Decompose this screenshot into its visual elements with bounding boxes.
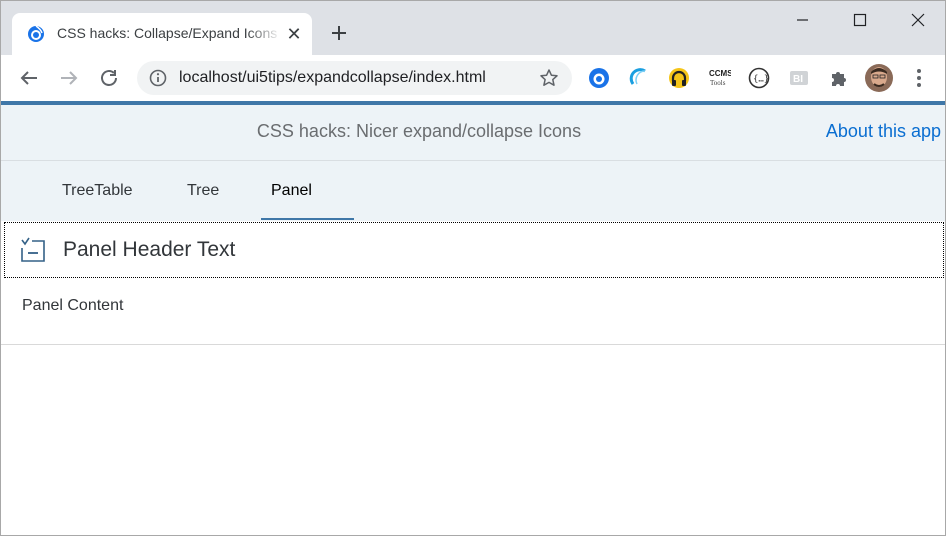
- info-icon[interactable]: [149, 69, 167, 87]
- tab-tree[interactable]: Tree: [187, 182, 219, 200]
- about-link[interactable]: About this app: [826, 121, 941, 142]
- tab-treetable[interactable]: TreeTable: [62, 182, 133, 200]
- panel-header[interactable]: Panel Header Text: [4, 222, 944, 278]
- collapse-icon[interactable]: [20, 237, 46, 263]
- puzzle-icon[interactable]: [827, 66, 851, 90]
- browser-window: CSS hacks: Collapse/Expand Icons ✕ local…: [0, 0, 946, 536]
- tab-title: CSS hacks: Collapse/Expand Icons: [57, 25, 278, 41]
- panel-content-text: Panel Content: [22, 297, 124, 314]
- plus-icon[interactable]: [327, 21, 351, 45]
- ccm-tools-icon[interactable]: CCMS Tools: [707, 66, 731, 90]
- reload-icon[interactable]: [97, 66, 121, 90]
- url-text[interactable]: localhost/ui5tips/expandcollapse/index.h…: [179, 69, 486, 87]
- address-bar[interactable]: localhost/ui5tips/expandcollapse/index.h…: [137, 61, 572, 95]
- bi-ext-icon[interactable]: BI: [787, 66, 811, 90]
- svg-text:{…}: {…}: [753, 75, 769, 85]
- browser-tab[interactable]: CSS hacks: Collapse/Expand Icons ✕: [12, 13, 312, 55]
- svg-text:Tools: Tools: [710, 79, 726, 87]
- close-icon[interactable]: [903, 7, 933, 33]
- tab-panel[interactable]: Panel: [271, 182, 312, 200]
- openui5-icon: [28, 25, 44, 42]
- tab-close-icon[interactable]: ✕: [284, 24, 304, 44]
- svg-text:BI: BI: [793, 74, 803, 85]
- svg-text:CCMS: CCMS: [709, 69, 731, 78]
- app-title: CSS hacks: Nicer expand/collapse Icons: [256, 121, 582, 141]
- panel-content: Panel Content: [1, 279, 945, 345]
- star-icon[interactable]: [539, 68, 559, 88]
- icon-tab-bar: TreeTable Tree Panel: [1, 161, 945, 221]
- kebab-menu-icon[interactable]: [909, 66, 929, 90]
- minimize-icon[interactable]: [787, 7, 817, 33]
- openui5-ext-icon[interactable]: [587, 66, 611, 90]
- shell-bar: CSS hacks: Nicer expand/collapse Icons A…: [1, 105, 945, 161]
- selected-tab-indicator: [261, 218, 354, 220]
- forward-arrow-icon[interactable]: [57, 66, 81, 90]
- panel-header-text: Panel Header Text: [63, 238, 236, 261]
- ui5-inspector-icon[interactable]: [627, 66, 651, 90]
- maximize-icon[interactable]: [845, 7, 875, 33]
- browser-toolbar: localhost/ui5tips/expandcollapse/index.h…: [1, 55, 945, 101]
- title-bar: CSS hacks: Collapse/Expand Icons ✕: [1, 1, 945, 55]
- avatar[interactable]: [865, 64, 893, 92]
- back-arrow-icon[interactable]: [17, 66, 41, 90]
- headphones-ext-icon[interactable]: [667, 66, 691, 90]
- json-viewer-icon[interactable]: {…}: [747, 66, 771, 90]
